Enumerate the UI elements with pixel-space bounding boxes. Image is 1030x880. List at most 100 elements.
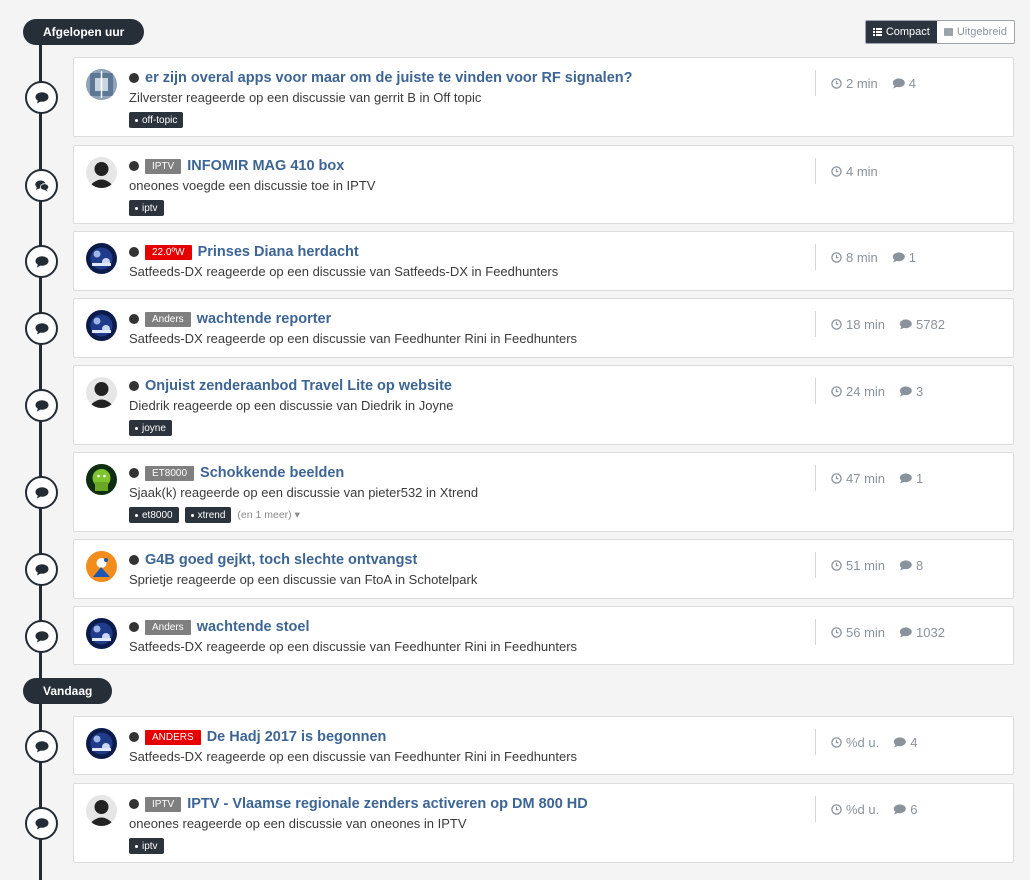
topic-title-link[interactable]: INFOMIR MAG 410 box <box>187 158 344 174</box>
user-avatar[interactable] <box>86 618 117 649</box>
user-avatar[interactable] <box>86 464 117 495</box>
item-stats: 24 min 3 <box>815 378 923 404</box>
comment-count-icon <box>899 559 912 570</box>
expanded-view-button[interactable]: Uitgebreid <box>936 21 1014 43</box>
topic-prefix-badge[interactable]: ANDERS <box>145 729 201 745</box>
tag-iptv[interactable]: iptv <box>129 838 164 854</box>
stream-item: Anders wachtende reporter Satfeeds-DX reag… <box>73 298 1014 358</box>
time-ago: 51 min <box>846 557 886 573</box>
unread-dot-icon[interactable] <box>129 314 139 324</box>
unread-dot-icon[interactable] <box>129 799 139 809</box>
user-avatar[interactable] <box>86 551 117 582</box>
topic-title-link[interactable]: wachtende reporter <box>197 311 332 327</box>
unread-dot-icon[interactable] <box>129 247 139 257</box>
tag-et8000[interactable]: et8000 <box>129 507 179 523</box>
stream-item: Anders wachtende stoel Satfeeds-DX reageer… <box>73 606 1014 665</box>
item-stats: 8 min 1 <box>815 244 916 270</box>
tag-off-topic[interactable]: off-topic <box>129 112 184 128</box>
section-label-afgelopen-uur: Afgelopen uur <box>23 19 145 45</box>
tag-joyne[interactable]: joyne <box>129 420 172 436</box>
time-ago: 24 min <box>846 383 886 399</box>
unread-dot-icon[interactable] <box>129 468 139 478</box>
time-stat: 4 min <box>831 164 878 179</box>
tag-dot-icon <box>135 844 138 848</box>
time-stat: 56 min <box>831 625 885 640</box>
clock-icon <box>831 803 842 815</box>
stream-item: IPTV IPTV - Vlaamse regionale zenders act… <box>73 783 1014 863</box>
item-stats: 47 min 1 <box>815 465 923 491</box>
reply-count-stat: 4 <box>892 76 916 91</box>
unread-dot-icon[interactable] <box>129 732 139 742</box>
user-avatar[interactable] <box>86 69 117 100</box>
user-avatar[interactable] <box>86 795 117 826</box>
activity-description: Sjaak(k) reageerde op een discussie van … <box>129 485 479 500</box>
stream-item: ET8000 Schokkende beelden Sjaak(k) reageer… <box>73 452 1014 532</box>
item-stats: 56 min 1032 <box>815 619 945 645</box>
stream-item: er zijn overal apps voor maar om de juis… <box>73 57 1014 137</box>
topic-title-link[interactable]: IPTV - Vlaamse regionale zenders activer… <box>187 796 588 812</box>
topic-title-link[interactable]: Schokkende beelden <box>200 465 344 481</box>
stream-item-content: G4B goed gejkt, toch slechte ontvangst Sp… <box>129 549 789 589</box>
time-stat: 24 min <box>831 384 885 399</box>
activity-description: Satfeeds-DX reageerde op een discussie v… <box>129 639 578 654</box>
timeline-node <box>25 476 58 509</box>
reply-count: 1 <box>916 470 924 486</box>
comment-icon <box>35 563 49 576</box>
topic-title-link[interactable]: Prinses Diana herdacht <box>198 244 359 260</box>
time-ago: 56 min <box>846 624 886 640</box>
caret-down-icon: ▾ <box>294 509 300 521</box>
tag-list: iptv <box>129 200 789 216</box>
unread-dot-icon[interactable] <box>129 622 139 632</box>
tag-xtrend[interactable]: xtrend <box>184 507 232 523</box>
compact-view-label: Compact <box>885 26 930 38</box>
comment-icon <box>35 817 49 830</box>
user-avatar[interactable] <box>86 157 117 188</box>
unread-dot-icon[interactable] <box>129 555 139 565</box>
item-stats: 2 min 4 <box>815 70 916 96</box>
stream-item-content: ET8000 Schokkende beelden Sjaak(k) reageer… <box>129 462 789 523</box>
topic-title-link[interactable]: G4B goed gejkt, toch slechte ontvangst <box>145 552 417 568</box>
reply-count-stat: 1032 <box>899 625 945 640</box>
activity-description: oneones reageerde op een discussie van o… <box>129 816 467 831</box>
activity-description: Satfeeds-DX reageerde op een discussie v… <box>129 264 559 279</box>
title-line: Onjuist zenderaanbod Travel Lite op webs… <box>129 375 789 397</box>
user-avatar[interactable] <box>86 243 117 274</box>
topic-prefix-badge[interactable]: IPTV <box>145 796 182 812</box>
comments-icon <box>34 180 49 192</box>
timeline-node <box>25 245 58 278</box>
time-stat: 18 min <box>831 317 885 332</box>
time-stat: 8 min <box>831 250 878 265</box>
user-avatar[interactable] <box>86 310 117 341</box>
activity-description: Diedrik reageerde op een discussie van D… <box>129 398 454 413</box>
topic-prefix-badge[interactable]: IPTV <box>145 158 182 174</box>
unread-dot-icon[interactable] <box>129 381 139 391</box>
topic-title-link[interactable]: Onjuist zenderaanbod Travel Lite op webs… <box>145 378 452 394</box>
item-stats: %d u. 4 <box>815 729 917 755</box>
timeline-node <box>25 620 58 653</box>
user-avatar[interactable] <box>86 377 117 408</box>
unread-dot-icon[interactable] <box>129 73 139 83</box>
tag-dot-icon <box>135 426 138 430</box>
user-avatar[interactable] <box>86 728 117 759</box>
topic-prefix-badge[interactable]: ET8000 <box>145 465 195 481</box>
item-stats: 18 min 5782 <box>815 311 945 337</box>
comment-count-icon <box>899 626 912 637</box>
reply-count: 1 <box>908 249 917 265</box>
tag-dot-icon <box>135 206 138 210</box>
unread-dot-icon[interactable] <box>129 161 139 171</box>
topic-title-link[interactable]: er zijn overal apps voor maar om de juis… <box>145 70 633 86</box>
stream-item-content: Onjuist zenderaanbod Travel Lite op webs… <box>129 375 789 436</box>
topic-prefix-badge[interactable]: Anders <box>145 311 191 327</box>
item-stats: 51 min 8 <box>815 552 923 578</box>
stream-item: IPTV INFOMIR MAG 410 box oneones voegde ee… <box>73 145 1014 224</box>
compact-view-button[interactable]: Compact <box>865 21 937 43</box>
tag-iptv[interactable]: iptv <box>129 200 164 216</box>
more-tags-toggle[interactable]: (en 1 meer) ▾ <box>237 509 299 521</box>
topic-prefix-badge[interactable]: 22.0ºW <box>145 244 192 260</box>
reply-count: 3 <box>916 383 924 399</box>
topic-prefix-badge[interactable]: Anders <box>145 619 191 635</box>
topic-title-link[interactable]: wachtende stoel <box>197 619 310 635</box>
topic-title-link[interactable]: De Hadj 2017 is begonnen <box>207 729 387 745</box>
time-ago: 18 min <box>846 316 886 332</box>
timeline-node <box>25 81 58 114</box>
